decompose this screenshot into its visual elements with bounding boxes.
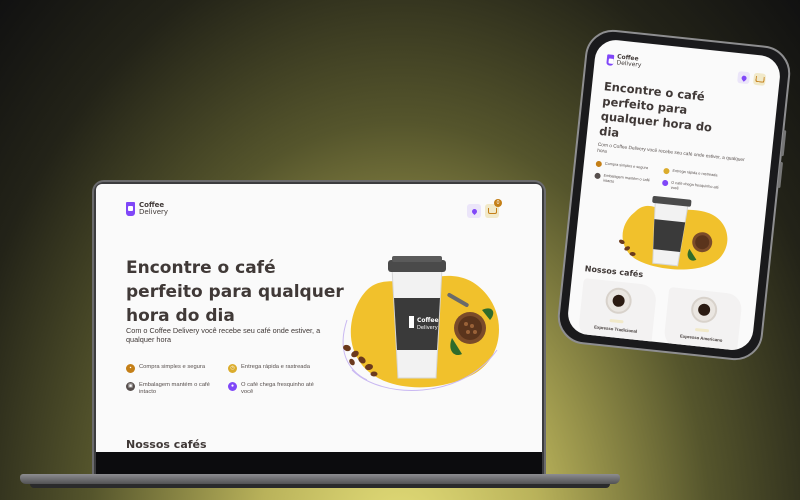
coffee-cup-logo-icon	[126, 202, 135, 216]
cart-button[interactable]	[752, 72, 767, 86]
site-logo[interactable]: Coffee Delivery	[606, 53, 642, 69]
hero-coffee-image	[618, 195, 728, 270]
site-logo[interactable]: Coffee Delivery	[126, 202, 168, 216]
svg-text:Delivery: Delivery	[417, 325, 438, 331]
logo-line-2: Delivery	[139, 208, 169, 216]
cart-count-badge: 0	[494, 199, 502, 207]
laptop-base-edge	[30, 484, 610, 488]
feature-item: ▪ Compra simples e segura	[126, 364, 226, 373]
coffee-tag	[694, 327, 710, 333]
logo-line-2: Delivery	[616, 59, 642, 69]
coffee-cup-image	[604, 286, 633, 316]
hero-coffee-image: Coffee Delivery	[342, 256, 499, 391]
timer-icon: ◷	[228, 364, 237, 373]
cart-icon	[595, 160, 603, 168]
timer-icon	[663, 167, 670, 175]
phone-side-button	[780, 130, 787, 157]
coffee-name: Expresso Tradicional	[593, 324, 638, 334]
hero-subtitle: Com o Coffee Delivery você recebe seu ca…	[126, 326, 321, 345]
cart-icon: ▪	[126, 364, 135, 373]
location-button[interactable]	[467, 204, 481, 218]
package-icon	[594, 172, 601, 180]
location-button[interactable]	[737, 71, 751, 85]
phone-side-button	[777, 161, 784, 189]
coffee-name: Expresso Americano	[679, 333, 723, 343]
section-title: Nossos cafés	[126, 438, 207, 451]
coffee-icon	[661, 179, 669, 187]
feature-item: ● O café chega fresquinho até você	[228, 382, 320, 396]
phone-screen: Coffee Delivery Encontre o café perfeito…	[566, 38, 782, 352]
feature-item: Compra simples e segura	[595, 160, 656, 173]
phone-frame: Coffee Delivery Encontre o café perfeito…	[555, 27, 793, 363]
feature-item: Embalagem mantém o café intacto	[594, 172, 655, 189]
hero-title: Encontre o café perfeito para qualquer h…	[126, 258, 344, 327]
svg-text:Coffee: Coffee	[417, 317, 439, 324]
coffee-card[interactable]: Expresso Tradicional	[577, 278, 658, 346]
laptop-screen: Coffee Delivery 0 Encontre o café perfei…	[96, 184, 542, 452]
feature-item: ▣ Embalagem mantém o café intacto	[126, 382, 224, 396]
feature-item: O café chega fresquinho até você	[661, 179, 723, 196]
coffee-tag	[609, 318, 624, 324]
package-icon: ▣	[126, 382, 135, 391]
coffee-card[interactable]: Expresso Americano	[663, 287, 743, 352]
laptop-base	[20, 474, 620, 484]
hero-title: Encontre o café perfeito para qualquer h…	[598, 79, 713, 140]
feature-item: Entrega rápida e rastreada	[663, 167, 723, 180]
laptop-bezel	[96, 452, 542, 474]
coffee-icon: ●	[228, 382, 237, 391]
coffee-cup-logo-icon	[606, 53, 615, 66]
feature-item: ◷ Entrega rápida e rastreada	[228, 364, 328, 373]
coffee-cup-image	[689, 295, 719, 325]
